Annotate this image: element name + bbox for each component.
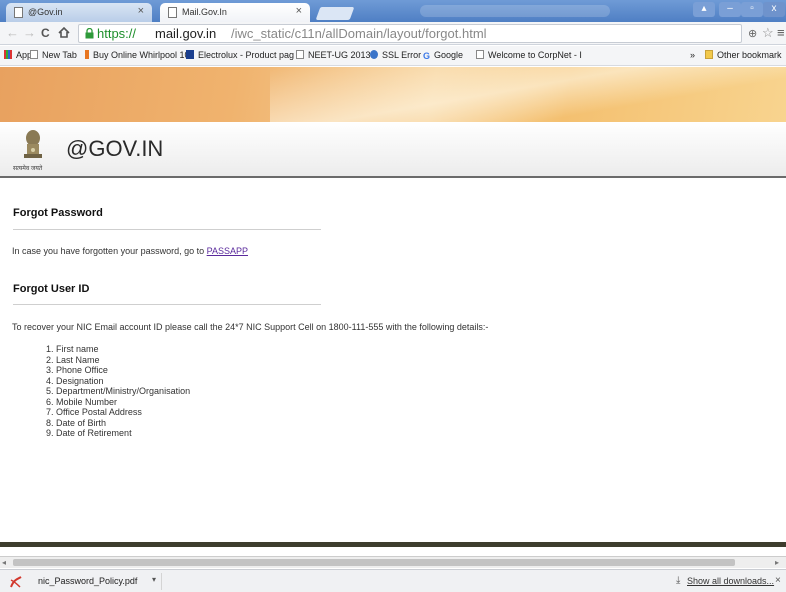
ssl-icon xyxy=(370,50,378,59)
footer-bar xyxy=(0,542,786,547)
site-header: सत्यमेव जयते @GOV.IN xyxy=(0,122,786,178)
url-scheme: https:// xyxy=(97,26,137,41)
passapp-link[interactable]: PASSAPP xyxy=(207,246,248,256)
bookmark-neet[interactable]: NEET-UG 2013 xyxy=(296,50,371,60)
list-item: Designation xyxy=(56,375,104,386)
bookmark-whirlpool[interactable]: Buy Online Whirlpool 10 xyxy=(85,50,190,60)
list-item: Last Name xyxy=(56,354,100,365)
page-icon xyxy=(14,7,23,18)
chevron-down-icon[interactable]: ▾ xyxy=(152,575,156,584)
downloads-bar: nic_Password_Policy.pdf ▾ ⤓ Show all dow… xyxy=(0,569,786,592)
forgot-user-id-text: To recover your NIC Email account ID ple… xyxy=(12,322,489,332)
download-icon: ⤓ xyxy=(676,575,681,586)
tab-title: @Gov.in xyxy=(28,7,63,17)
list-item: First name xyxy=(56,344,99,354)
forward-arrow-icon[interactable]: → xyxy=(23,25,36,40)
tab-title: Mail.Gov.In xyxy=(182,7,227,17)
tab-gov-in[interactable]: @Gov.in × xyxy=(6,3,152,22)
download-filename: nic_Password_Policy.pdf xyxy=(38,576,138,586)
maximize-button[interactable]: ▫ xyxy=(741,2,763,17)
scroll-left-arrow-icon[interactable]: ◂ xyxy=(2,558,6,567)
national-emblem-icon xyxy=(24,130,42,158)
bookmark-google[interactable]: G Google xyxy=(423,50,463,61)
apps-grid-icon xyxy=(4,50,12,59)
bookmark-star-icon[interactable]: ☆ xyxy=(762,25,774,41)
list-item: Mobile Number xyxy=(56,396,118,407)
new-tab-button[interactable] xyxy=(315,7,355,20)
list-item: Phone Office xyxy=(56,365,108,375)
google-icon: G xyxy=(423,51,431,61)
download-item[interactable]: nic_Password_Policy.pdf ▾ xyxy=(4,573,162,590)
forgot-password-heading: Forgot Password xyxy=(13,207,103,219)
pdf-file-icon xyxy=(10,576,22,588)
user-icon[interactable]: ▴ xyxy=(693,2,715,17)
tab-strip: @Gov.in × Mail.Gov.In × ▴ – ▫ x xyxy=(0,0,786,22)
home-icon[interactable] xyxy=(58,26,70,41)
page-viewport: सत्यमेव जयते @GOV.IN Forgot Password In … xyxy=(0,67,786,556)
emblem-motto: सत्यमेव जयते xyxy=(13,166,43,172)
page-icon xyxy=(476,50,484,59)
browser-toolbar: ← → C https:// mail.gov.in /iwc_static/c… xyxy=(0,22,786,45)
address-bar[interactable]: https:// mail.gov.in /iwc_static/c11n/al… xyxy=(78,24,742,43)
url-path: /iwc_static/c11n/allDomain/layout/forgot… xyxy=(231,26,487,41)
show-all-downloads-link[interactable]: Show all downloads... xyxy=(687,576,774,586)
close-icon[interactable]: × xyxy=(775,575,781,586)
bookmarks-overflow[interactable]: » xyxy=(690,50,695,60)
menu-icon[interactable]: ≡ xyxy=(777,25,785,40)
list-item: Department/Ministry/Organisation xyxy=(56,386,191,396)
back-arrow-icon[interactable]: ← xyxy=(6,25,19,40)
divider xyxy=(13,304,321,305)
page-icon xyxy=(296,50,304,59)
top-banner xyxy=(0,67,786,122)
scroll-right-arrow-icon[interactable]: ▸ xyxy=(775,558,779,567)
tab-mail-gov-in[interactable]: Mail.Gov.In × xyxy=(160,3,310,22)
forgot-password-text: In case you have forgotten your password… xyxy=(12,246,248,256)
reload-icon[interactable]: C xyxy=(41,26,50,40)
bookmarks-bar: Apps New Tab Buy Online Whirlpool 10 Ele… xyxy=(0,46,786,66)
page-icon xyxy=(30,50,38,59)
bookmark-other[interactable]: Other bookmark xyxy=(705,50,782,60)
folder-icon xyxy=(705,50,713,59)
forgot-user-id-heading: Forgot User ID xyxy=(13,283,90,295)
banner-highlight xyxy=(270,67,786,122)
horizontal-scrollbar[interactable]: ◂ ▸ xyxy=(0,556,786,568)
bookmark-corpnet[interactable]: Welcome to CorpNet - I xyxy=(476,50,582,60)
divider xyxy=(13,229,321,230)
zoom-icon[interactable]: ⊕ xyxy=(748,27,757,40)
minimize-button[interactable]: – xyxy=(719,2,741,17)
bookmark-new-tab[interactable]: New Tab xyxy=(30,50,77,60)
close-icon[interactable]: × xyxy=(296,5,302,17)
electrolux-icon xyxy=(186,50,194,59)
url-host: mail.gov.in xyxy=(155,26,217,41)
close-icon[interactable]: × xyxy=(138,5,144,17)
required-details-list: First name Last Name Phone Office Design… xyxy=(46,344,190,439)
bookmark-ssl-error[interactable]: SSL Error xyxy=(370,50,421,60)
list-item: Date of Birth xyxy=(56,417,107,428)
scrollbar-thumb[interactable] xyxy=(13,559,735,566)
flipkart-icon xyxy=(85,50,89,59)
lock-icon xyxy=(85,28,94,39)
list-item: Office Postal Address xyxy=(56,407,142,417)
taskbar-overlay xyxy=(420,5,610,17)
bookmark-electrolux[interactable]: Electrolux - Product pag xyxy=(186,50,294,60)
site-title: @GOV.IN xyxy=(66,136,164,161)
page-icon xyxy=(168,7,177,18)
close-window-button[interactable]: x xyxy=(763,2,785,17)
list-item: Date of Retirement xyxy=(56,428,132,438)
